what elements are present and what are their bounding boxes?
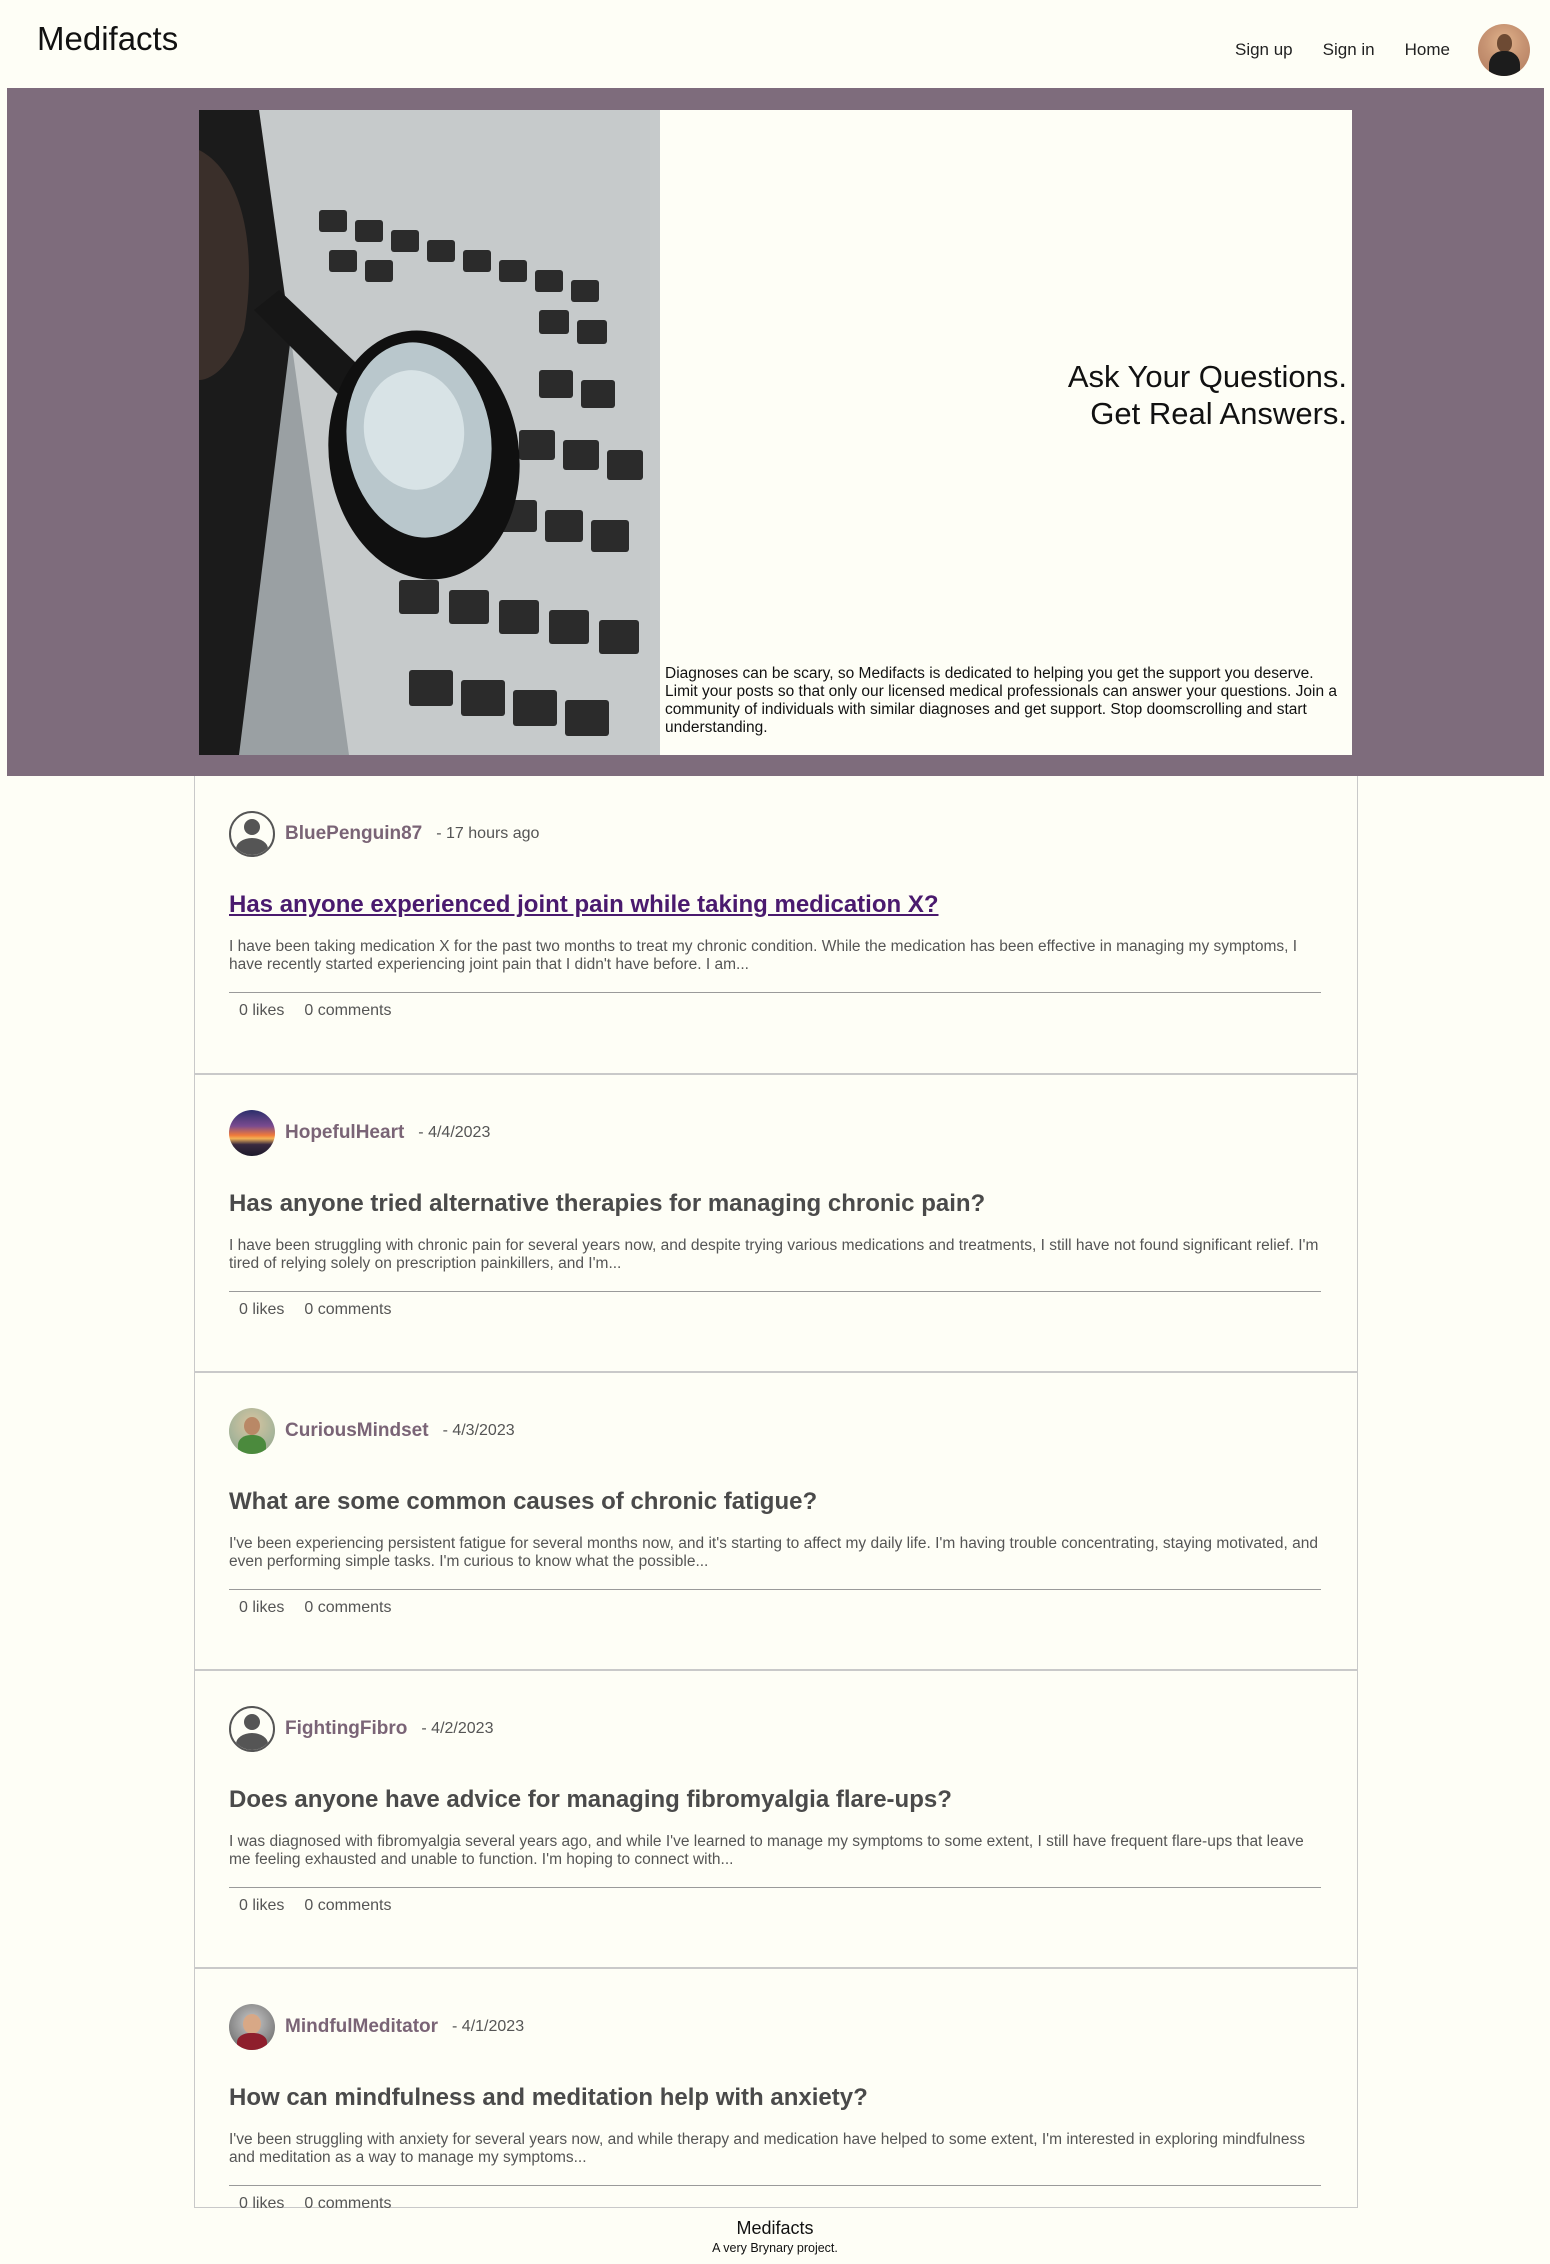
footer-tagline: A very Brynary project. bbox=[712, 2241, 838, 2255]
default-user-avatar-icon[interactable] bbox=[229, 1706, 275, 1752]
sunset-user-avatar-icon[interactable] bbox=[229, 1110, 275, 1156]
post-feed: BluePenguin87 - 17 hours ago Has anyone … bbox=[194, 776, 1358, 2212]
post-divider bbox=[229, 992, 1321, 993]
post-title-link[interactable]: Has anyone experienced joint pain while … bbox=[229, 891, 939, 919]
hero-description: Diagnoses can be scary, so Medifacts is … bbox=[665, 665, 1338, 736]
avatar-body-shape bbox=[237, 2033, 267, 2050]
hero-text-area: Ask Your Questions. Get Real Answers. Di… bbox=[660, 110, 1352, 755]
post-stats: 0 likes 0 comments bbox=[239, 1002, 392, 1020]
post-author[interactable]: HopefulHeart bbox=[285, 1122, 404, 1144]
post-header: BluePenguin87 - 17 hours ago bbox=[229, 811, 539, 857]
avatar-head-shape bbox=[1497, 34, 1512, 52]
hero-headline-line-2: Get Real Answers. bbox=[1090, 396, 1347, 431]
page-footer: Medifacts A very Brynary project. bbox=[0, 2218, 1550, 2255]
post-header: HopefulHeart - 4/4/2023 bbox=[229, 1110, 490, 1156]
avatar-head-shape bbox=[244, 819, 260, 835]
hero-banner: Ask Your Questions. Get Real Answers. Di… bbox=[7, 88, 1544, 776]
post-header: CuriousMindset - 4/3/2023 bbox=[229, 1408, 515, 1454]
avatar-body-shape bbox=[236, 1733, 268, 1750]
hero-magnifier-image bbox=[199, 110, 660, 755]
post-header: MindfulMeditator - 4/1/2023 bbox=[229, 2004, 524, 2050]
post-author[interactable]: FightingFibro bbox=[285, 1718, 407, 1740]
post-excerpt: I have been taking medication X for the … bbox=[229, 938, 1298, 973]
user-avatar-icon[interactable] bbox=[1478, 24, 1530, 76]
post-author[interactable]: CuriousMindset bbox=[285, 1420, 429, 1442]
post-excerpt: I've been experiencing persistent fatigu… bbox=[229, 1535, 1319, 1570]
nav-sign-up-link[interactable]: Sign up bbox=[1235, 40, 1293, 60]
photo-user-avatar-icon[interactable] bbox=[229, 2004, 275, 2050]
brand-logo[interactable]: Medifacts bbox=[37, 20, 178, 58]
likes-count[interactable]: 0 likes bbox=[239, 2195, 284, 2213]
hero-headline: Ask Your Questions. Get Real Answers. bbox=[1068, 358, 1347, 432]
post-title-link[interactable]: Has anyone tried alternative therapies f… bbox=[229, 1190, 985, 1218]
post-divider bbox=[229, 1887, 1321, 1888]
post-stats: 0 likes 0 comments bbox=[239, 1301, 392, 1319]
post-header: FightingFibro - 4/2/2023 bbox=[229, 1706, 493, 1752]
avatar-body-shape bbox=[238, 1435, 266, 1454]
post-timestamp: - 4/3/2023 bbox=[442, 1422, 515, 1439]
comments-count[interactable]: 0 comments bbox=[304, 1002, 391, 1020]
post-divider bbox=[229, 2185, 1321, 2186]
avatar-head-shape bbox=[244, 1714, 260, 1730]
hero-panel: Ask Your Questions. Get Real Answers. Di… bbox=[199, 110, 1352, 755]
post-excerpt: I was diagnosed with fibromyalgia severa… bbox=[229, 1833, 1304, 1868]
post-card[interactable]: FightingFibro - 4/2/2023 Does anyone hav… bbox=[194, 1670, 1358, 1968]
post-timestamp: - 4/4/2023 bbox=[418, 1124, 491, 1141]
top-header: Medifacts Sign up Sign in Home bbox=[0, 0, 1550, 88]
hero-headline-line-1: Ask Your Questions. bbox=[1067, 359, 1347, 394]
post-title-link[interactable]: Does anyone have advice for managing fib… bbox=[229, 1786, 952, 1814]
post-title-link[interactable]: What are some common causes of chronic f… bbox=[229, 1488, 817, 1516]
nav-home-link[interactable]: Home bbox=[1405, 40, 1450, 60]
likes-count[interactable]: 0 likes bbox=[239, 1301, 284, 1319]
likes-count[interactable]: 0 likes bbox=[239, 1897, 284, 1915]
post-card[interactable]: HopefulHeart - 4/4/2023 Has anyone tried… bbox=[194, 1074, 1358, 1372]
likes-count[interactable]: 0 likes bbox=[239, 1002, 284, 1020]
post-stats: 0 likes 0 comments bbox=[239, 1599, 392, 1617]
avatar-body-shape bbox=[1489, 51, 1520, 76]
post-timestamp: - 4/1/2023 bbox=[452, 2018, 525, 2035]
post-excerpt: I've been struggling with anxiety for se… bbox=[229, 2131, 1306, 2166]
post-author[interactable]: BluePenguin87 bbox=[285, 823, 422, 845]
post-excerpt: I have been struggling with chronic pain… bbox=[229, 1237, 1319, 1272]
likes-count[interactable]: 0 likes bbox=[239, 1599, 284, 1617]
post-card[interactable]: BluePenguin87 - 17 hours ago Has anyone … bbox=[194, 776, 1358, 1074]
post-timestamp: - 4/2/2023 bbox=[421, 1720, 494, 1737]
post-author[interactable]: MindfulMeditator bbox=[285, 2016, 438, 2038]
post-card[interactable]: CuriousMindset - 4/3/2023 What are some … bbox=[194, 1372, 1358, 1670]
avatar-body-shape bbox=[236, 838, 268, 855]
comments-count[interactable]: 0 comments bbox=[304, 1599, 391, 1617]
post-stats: 0 likes 0 comments bbox=[239, 1897, 392, 1915]
magnifying-glass-over-keyboard-illustration bbox=[199, 110, 660, 755]
post-title-link[interactable]: How can mindfulness and meditation help … bbox=[229, 2084, 868, 2112]
post-stats: 0 likes 0 comments bbox=[239, 2195, 392, 2213]
nav-sign-in-link[interactable]: Sign in bbox=[1323, 40, 1375, 60]
avatar-head-shape bbox=[244, 1417, 260, 1435]
footer-brand: Medifacts bbox=[736, 2218, 814, 2238]
post-timestamp: - 17 hours ago bbox=[436, 825, 540, 842]
comments-count[interactable]: 0 comments bbox=[304, 2195, 391, 2213]
post-divider bbox=[229, 1589, 1321, 1590]
post-divider bbox=[229, 1291, 1321, 1292]
comments-count[interactable]: 0 comments bbox=[304, 1301, 391, 1319]
comments-count[interactable]: 0 comments bbox=[304, 1897, 391, 1915]
photo-user-avatar-icon[interactable] bbox=[229, 1408, 275, 1454]
avatar-head-shape bbox=[243, 2014, 261, 2034]
top-nav: Sign up Sign in Home bbox=[1235, 24, 1530, 76]
post-card[interactable]: MindfulMeditator - 4/1/2023 How can mind… bbox=[194, 1968, 1358, 2212]
default-user-avatar-icon[interactable] bbox=[229, 811, 275, 857]
